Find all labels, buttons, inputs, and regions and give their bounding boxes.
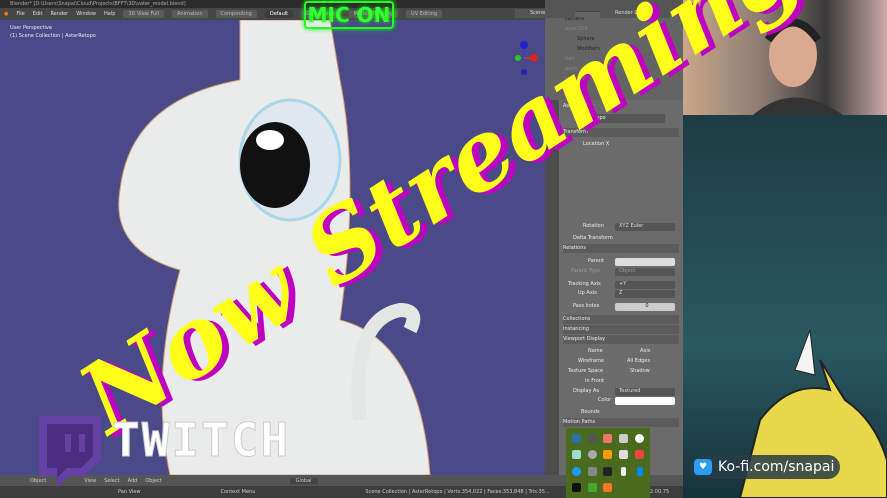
twitch-logo-icon bbox=[39, 416, 101, 488]
drive-icon[interactable] bbox=[619, 434, 629, 444]
tab-3d-view-full[interactable]: 3D View Full bbox=[123, 10, 164, 18]
collections-header[interactable]: Collections bbox=[563, 315, 679, 324]
tab-default[interactable]: Default bbox=[264, 10, 294, 18]
delta-transform-header[interactable]: Delta Transform bbox=[563, 234, 679, 243]
rotation-mode-select[interactable]: XYZ Euler bbox=[615, 223, 675, 231]
viewport-display-header[interactable]: Viewport Display bbox=[563, 335, 679, 344]
hint-pan-view: Pan View bbox=[118, 489, 141, 495]
bluetooth-icon[interactable] bbox=[636, 466, 643, 476]
shadow-checkbox[interactable]: Shadow bbox=[630, 367, 679, 376]
pass-index-field[interactable]: 0 bbox=[615, 303, 675, 311]
nvidia-icon[interactable] bbox=[587, 482, 597, 492]
tab-animation[interactable]: Animation bbox=[172, 10, 208, 18]
gamepad-icon[interactable] bbox=[587, 466, 597, 476]
parent-type-select[interactable]: Object bbox=[615, 268, 675, 276]
orientation-select[interactable]: Global bbox=[289, 477, 318, 484]
system-tray-popup bbox=[566, 428, 650, 498]
menu-window[interactable]: Window bbox=[76, 11, 96, 17]
mic-on-indicator: MIC ON bbox=[304, 1, 394, 29]
cursor-icon[interactable] bbox=[603, 466, 613, 476]
bounds-checkbox[interactable]: Bounds bbox=[563, 408, 679, 417]
kofi-cup-icon: ♥ bbox=[694, 459, 712, 475]
color-swatch[interactable] bbox=[615, 397, 675, 405]
tracking-axis-select[interactable]: +Y bbox=[615, 281, 675, 289]
relations-header[interactable]: Relations bbox=[563, 244, 679, 253]
scene-stats: Scene Collection | AsterRetopo | Verts:3… bbox=[365, 489, 550, 495]
select-menu[interactable]: Select bbox=[104, 478, 119, 484]
telegram-icon[interactable] bbox=[571, 466, 581, 476]
axis-checkbox[interactable]: Axis bbox=[640, 347, 679, 356]
tab-uv-editing[interactable]: UV Editing bbox=[406, 10, 443, 18]
menu-edit[interactable]: Edit bbox=[33, 11, 43, 17]
all-edges-checkbox[interactable]: All Edges bbox=[627, 357, 679, 366]
download-icon[interactable] bbox=[603, 482, 613, 492]
scene-selector[interactable]: Scene bbox=[515, 9, 575, 18]
kofi-badge[interactable]: ♥ Ko-fi.com/snapai bbox=[690, 455, 840, 479]
cloud-icon[interactable] bbox=[635, 434, 645, 444]
terminal-icon[interactable] bbox=[571, 482, 581, 492]
up-axis-select[interactable]: Z bbox=[615, 290, 675, 298]
hint-context-menu: Context Menu bbox=[220, 489, 256, 495]
blender-logo-icon: ● bbox=[4, 11, 9, 17]
app-icon[interactable] bbox=[571, 450, 581, 460]
parent-field[interactable] bbox=[615, 258, 675, 266]
add-menu[interactable]: Add bbox=[128, 478, 138, 484]
obs-icon[interactable] bbox=[587, 434, 597, 444]
instancing-header[interactable]: Instancing bbox=[563, 325, 679, 334]
security-icon[interactable] bbox=[619, 450, 629, 460]
twitch-wordmark: TWITCH bbox=[111, 413, 291, 468]
object-menu[interactable]: Object bbox=[145, 478, 161, 484]
motion-paths-header[interactable]: Motion Paths bbox=[563, 418, 679, 427]
in-front-checkbox[interactable]: In Front bbox=[563, 377, 679, 386]
orange-app-icon[interactable] bbox=[603, 450, 613, 460]
microphone-icon[interactable] bbox=[621, 466, 627, 476]
menu-file[interactable]: File bbox=[16, 11, 24, 17]
steam-icon[interactable] bbox=[571, 434, 581, 444]
tab-compositing[interactable]: Compositing bbox=[215, 10, 257, 18]
display-as-select[interactable]: Textured bbox=[615, 388, 675, 396]
kofi-link[interactable]: Ko-fi.com/snapai bbox=[718, 459, 834, 475]
menu-help[interactable]: Help bbox=[104, 11, 115, 17]
menu-render[interactable]: Render bbox=[50, 11, 68, 17]
settings-icon[interactable] bbox=[587, 450, 597, 460]
update-icon[interactable] bbox=[635, 450, 645, 460]
version-time: 2.00.75 bbox=[650, 489, 670, 495]
chrome-icon[interactable] bbox=[603, 434, 613, 444]
